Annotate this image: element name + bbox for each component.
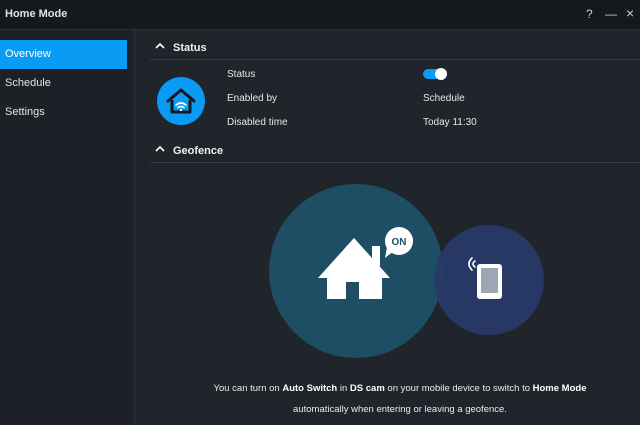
geofence-illustration: ON bbox=[269, 184, 544, 358]
geofence-caption: You can turn on Auto Switch in DS cam on… bbox=[200, 378, 600, 420]
caption-text: automatically when entering or leaving a… bbox=[293, 404, 507, 415]
caption-auto-switch: Auto Switch bbox=[282, 383, 338, 394]
caption-home-mode: Home Mode bbox=[532, 383, 587, 394]
caption-ds-cam: DS cam bbox=[349, 383, 385, 394]
on-badge-text: ON bbox=[392, 237, 407, 248]
caption-text: on your mobile device to switch to bbox=[384, 383, 533, 394]
caption-text: in bbox=[337, 383, 350, 394]
mobile-device-icon bbox=[477, 264, 502, 299]
caption-text: You can turn on bbox=[213, 383, 283, 394]
